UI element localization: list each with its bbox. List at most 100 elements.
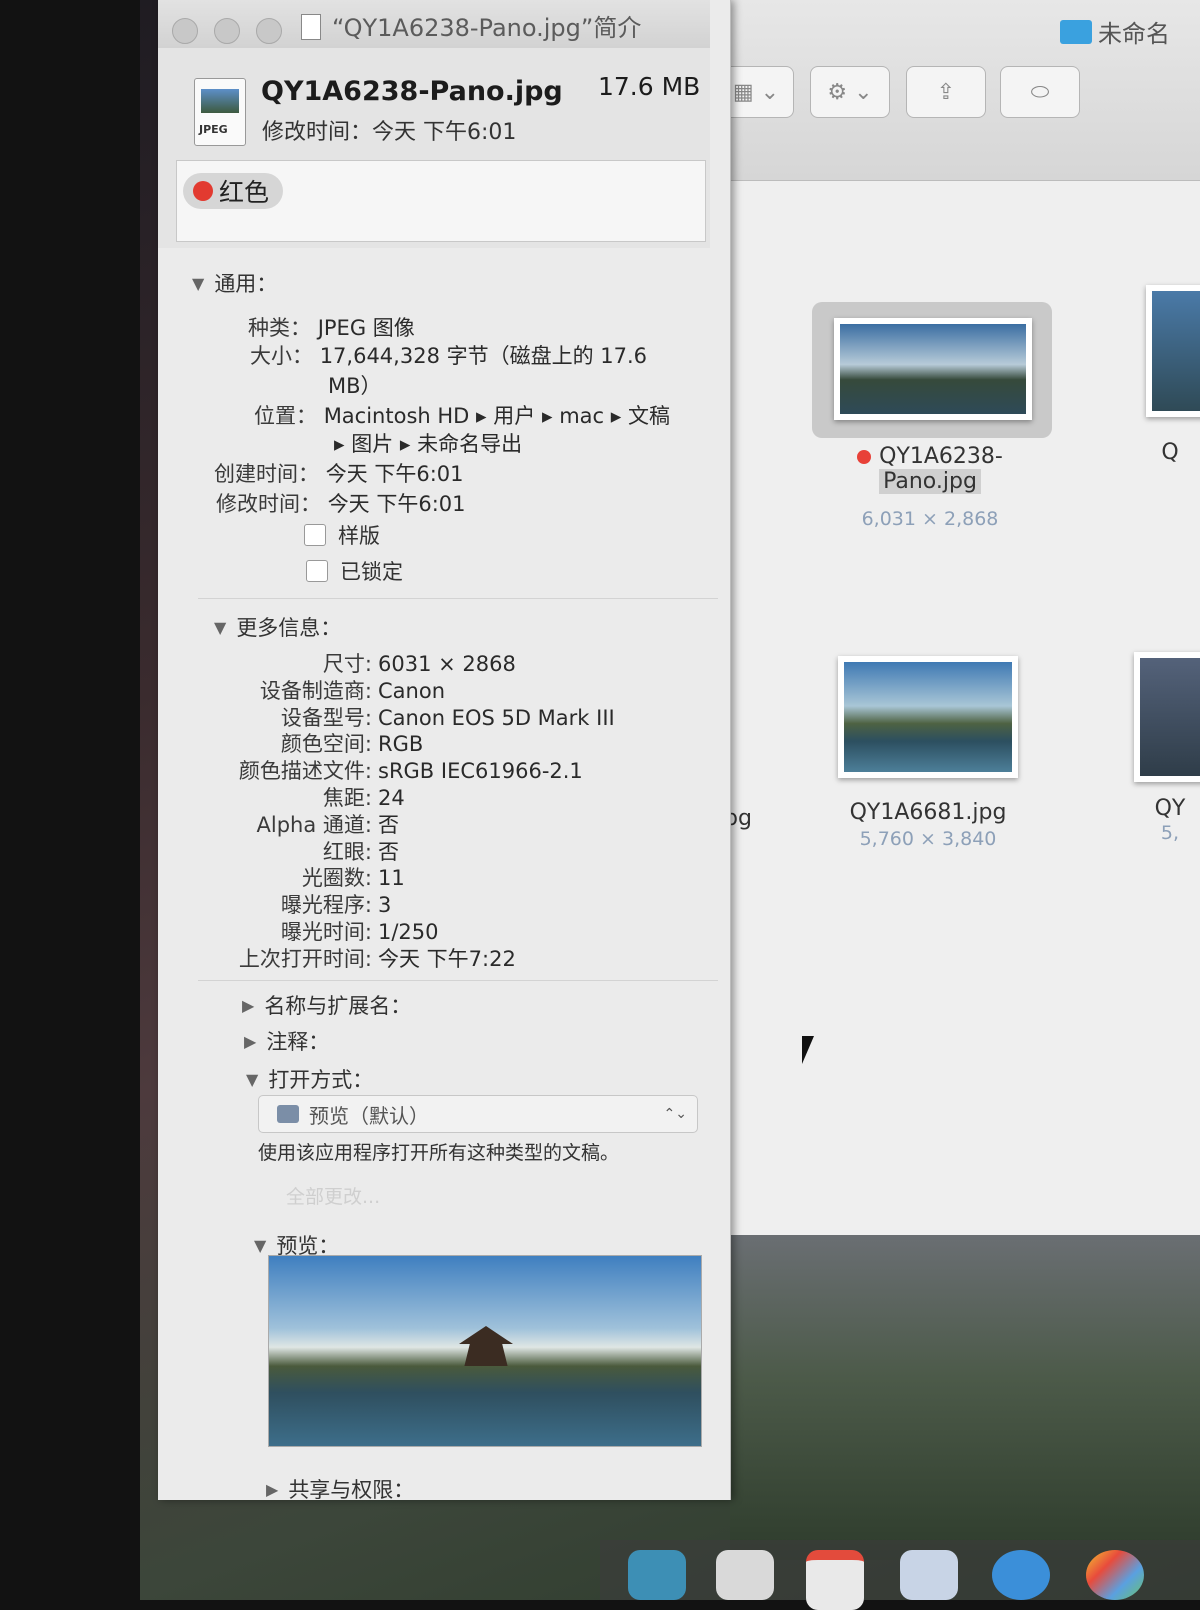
section-name-extension[interactable]: ▶ 名称与扩展名：: [242, 990, 411, 1020]
wallpaper-mountain: [730, 1230, 1200, 1560]
more-info-key: 曝光程序:: [280, 893, 372, 918]
dock-app-icon[interactable]: [628, 1550, 686, 1600]
updown-chevron-icon: ⌃⌄: [663, 1106, 687, 1122]
finder-title: 未命名: [1060, 14, 1200, 49]
disclosure-triangle-closed-icon: ▶: [266, 1479, 279, 1499]
more-info-value: 6031 × 2868: [378, 652, 516, 676]
file-thumbnail-partial-2[interactable]: [1134, 652, 1200, 782]
tag-button[interactable]: ⬭: [1000, 66, 1080, 118]
checkbox-icon: [304, 524, 326, 546]
more-info-key: 颜色描述文件:: [238, 759, 372, 784]
open-with-select[interactable]: 预览（默认） ⌃⌄: [258, 1095, 698, 1133]
path-chevron-icon: ▸: [476, 404, 487, 428]
modified-row: 修改时间： 今天 下午6:01: [216, 492, 466, 516]
more-info-value: sRGB IEC61966-2.1: [378, 759, 583, 784]
path-chevron-icon: ▸: [399, 432, 411, 456]
grid-view-icon: ▦ ⌄: [732, 79, 780, 105]
path-item: mac: [559, 404, 605, 428]
file-name-partial-2[interactable]: QY: [1140, 796, 1200, 821]
more-info-row: 曝光程序: 3: [198, 889, 391, 919]
more-info-value: RGB: [378, 732, 424, 757]
more-info-key: 上次打开时间:: [238, 946, 372, 971]
path-item: Macintosh HD: [323, 404, 470, 428]
path-item: 文稿: [627, 404, 670, 428]
share-button[interactable]: ⇪: [906, 66, 986, 118]
more-info-value: 今天 下午7:22: [378, 946, 516, 971]
file-name: QY1A6238-Pano.jpg: [261, 76, 563, 107]
tag-red[interactable]: 红色: [183, 173, 284, 209]
more-info-row: 设备型号: Canon EOS 5D Mark III: [198, 702, 615, 732]
calendar-icon[interactable]: [806, 1550, 864, 1610]
info-header: JPEG QY1A6238-Pano.jpg 17.6 MB 修改时间：今天 下…: [158, 48, 710, 248]
section-sharing-permissions[interactable]: ▶ 共享与权限：: [266, 1474, 414, 1504]
finder-window: ▦ ⌄ ⚙ ⌄ ⇪ ⬭: [700, 0, 1200, 1235]
open-with-help: 使用该应用程序打开所有这种类型的文稿。: [258, 1142, 620, 1164]
dock-app-icon[interactable]: [716, 1550, 774, 1600]
more-info-row: 设备制造商: Canon: [198, 675, 445, 705]
divider: [198, 598, 718, 599]
more-info-key: Alpha 通道:: [256, 812, 372, 837]
disclosure-triangle-open-icon: ▼: [254, 1235, 267, 1255]
stationery-checkbox[interactable]: 样版: [304, 520, 380, 550]
path-chevron-icon: ▸: [334, 432, 345, 456]
tags-field[interactable]: 红色: [176, 160, 706, 242]
red-tag-dot: [857, 450, 872, 464]
modified-summary: 修改时间：今天 下午6:01: [262, 120, 517, 145]
section-comments[interactable]: ▶ 注释：: [244, 1026, 329, 1056]
action-button[interactable]: ⚙ ⌄: [810, 66, 890, 118]
path-item: 未命名导出: [417, 432, 523, 456]
disclosure-triangle-closed-icon: ▶: [244, 1031, 257, 1051]
more-info-key: 曝光时间:: [280, 920, 372, 944]
size-row: 大小： 17,644,328 字节（磁盘上的 17.6: [250, 344, 648, 368]
file-thumbnail-6681[interactable]: [838, 656, 1018, 778]
more-info-key: 焦距:: [322, 786, 372, 810]
close-button[interactable]: [172, 18, 198, 44]
section-open-with[interactable]: ▼ 打开方式：: [246, 1064, 373, 1094]
path-chevron-icon: ▸: [610, 404, 622, 428]
section-general[interactable]: ▼ 通用：: [192, 268, 277, 298]
share-icon: ⇪: [936, 79, 956, 105]
where-row: 位置： Macintosh HD ▸ 用户 ▸ mac ▸ 文稿: [254, 404, 670, 428]
kind-row: 种类： JPEG 图像: [248, 316, 415, 340]
file-name-6681[interactable]: QY1A6681.jpg: [828, 800, 1028, 825]
red-tag-icon: [193, 181, 213, 201]
disclosure-triangle-open-icon: ▼: [246, 1069, 259, 1089]
pagoda-shape: [459, 1326, 513, 1366]
disclosure-triangle-closed-icon: ▶: [242, 995, 255, 1015]
file-size: 17.6 MB: [598, 72, 701, 101]
tag-icon: ⬭: [1030, 79, 1050, 105]
file-name-pano[interactable]: QY1A6238- Pano.jpg: [840, 444, 1020, 494]
title-bar: “QY1A6238-Pano.jpg”简介: [158, 0, 710, 49]
minimize-button[interactable]: [214, 18, 240, 44]
photos-icon[interactable]: [1086, 1550, 1144, 1600]
file-thumbnail-pano[interactable]: [834, 318, 1032, 420]
jpeg-file-icon: JPEG: [194, 78, 246, 146]
more-info-value: 否: [378, 812, 399, 837]
disclosure-triangle-open-icon: ▼: [192, 273, 205, 293]
more-info-row: 曝光时间: 1/250: [198, 916, 439, 946]
locked-checkbox[interactable]: 已锁定: [306, 556, 403, 586]
file-dims-partial-2: 5,: [1160, 822, 1180, 844]
where-row-cont: ▸ 图片 ▸ 未命名导出: [334, 428, 522, 458]
dock-app-icon[interactable]: [900, 1550, 958, 1600]
more-info-value: Canon: [378, 678, 445, 703]
more-info-value: 1/250: [378, 920, 439, 944]
more-info-value: 24: [378, 786, 405, 810]
file-name-partial-1[interactable]: Q: [1150, 440, 1190, 465]
file-thumbnail-partial-1[interactable]: [1146, 285, 1200, 417]
zoom-button[interactable]: [256, 18, 282, 44]
change-all-button[interactable]: 全部更改...: [286, 1182, 380, 1209]
safari-icon[interactable]: [992, 1550, 1050, 1600]
file-dims-6681: 5,760 × 3,840: [859, 828, 997, 850]
section-more-info[interactable]: ▼ 更多信息：: [214, 612, 341, 642]
more-info-key: 设备制造商:: [259, 678, 372, 703]
more-info-value: Canon EOS 5D Mark III: [378, 705, 615, 730]
jpeg-icon-label: JPEG: [199, 123, 228, 136]
more-info-key: 尺寸:: [322, 652, 372, 676]
more-info-row: 光圈数: 11: [198, 862, 405, 892]
window-title: “QY1A6238-Pano.jpg”简介: [332, 14, 642, 42]
folder-icon: [1060, 19, 1092, 44]
document-icon: [301, 14, 321, 40]
size-row-cont: MB）: [328, 374, 382, 398]
more-info-row: 颜色空间: RGB: [198, 728, 423, 758]
